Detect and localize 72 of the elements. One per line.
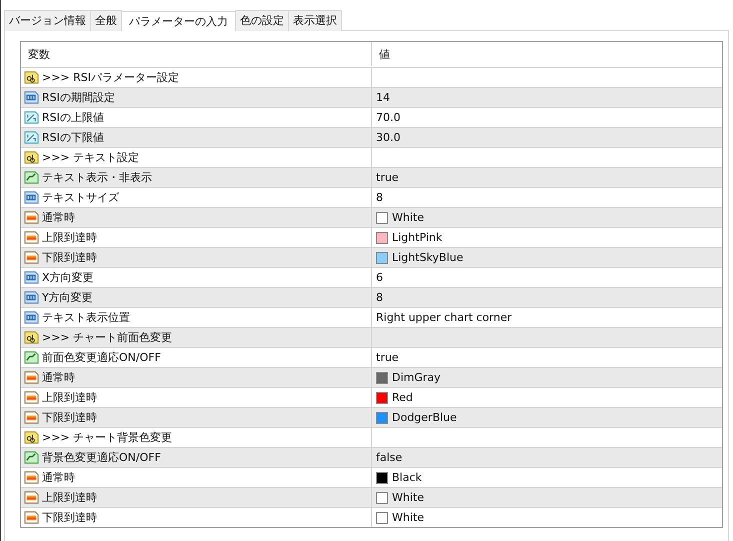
parameter-name: 下限到達時: [42, 250, 97, 265]
integer-type-icon: [24, 270, 39, 285]
parameter-name: 下限到達時: [42, 510, 97, 525]
parameter-value[interactable]: White: [392, 211, 424, 224]
tab[interactable]: 色の設定: [235, 10, 289, 31]
parameter-name: X方向変更: [42, 270, 94, 285]
tab[interactable]: パラメーターの入力: [121, 11, 236, 31]
color-type-icon: [24, 250, 39, 265]
integer-type-icon: [24, 190, 39, 205]
switch-type-icon: [24, 450, 39, 465]
parameter-value[interactable]: 14: [376, 91, 390, 104]
color-type-icon: [24, 370, 39, 385]
parameter-name: 通常時: [42, 370, 75, 385]
parameter-name: Y方向変更: [42, 290, 93, 305]
text-type-icon: [24, 70, 39, 85]
parameter-name: テキスト表示・非表示: [42, 170, 152, 185]
parameter-name: >>> チャート背景色変更: [42, 430, 172, 445]
parameter-name: >>> テキスト設定: [42, 150, 140, 165]
fraction-type-icon: [24, 130, 39, 145]
parameter-name: テキストサイズ: [42, 190, 119, 205]
fraction-type-icon: [24, 110, 39, 125]
color-type-icon: [24, 470, 39, 485]
parameter-value[interactable]: White: [392, 511, 424, 524]
color-type-icon: [24, 390, 39, 405]
parameter-name: 背景色変更適応ON/OFF: [42, 450, 161, 465]
color-type-icon: [24, 410, 39, 425]
parameter-name: RSIの上限値: [42, 110, 104, 125]
parameter-name: 通常時: [42, 470, 75, 485]
color-type-icon: [24, 490, 39, 505]
color-type-icon: [24, 210, 39, 225]
switch-type-icon: [24, 170, 39, 185]
parameter-value[interactable]: 70.0: [376, 111, 400, 124]
integer-type-icon: [24, 310, 39, 325]
parameter-value[interactable]: LightSkyBlue: [392, 251, 464, 264]
integer-type-icon: [24, 290, 39, 305]
parameter-name: 上限到達時: [42, 490, 97, 505]
switch-type-icon: [24, 350, 39, 365]
text-type-icon: [24, 150, 39, 165]
parameter-value[interactable]: false: [376, 451, 402, 464]
parameter-value[interactable]: Red: [392, 391, 413, 404]
parameter-value[interactable]: DimGray: [392, 371, 441, 384]
column-header[interactable]: 変数: [28, 47, 50, 62]
parameter-name: 下限到達時: [42, 410, 97, 425]
parameter-name: テキスト表示位置: [42, 310, 130, 325]
text-type-icon: [24, 430, 39, 445]
parameter-value[interactable]: true: [376, 171, 399, 184]
column-header[interactable]: 値: [379, 47, 390, 62]
parameter-name: RSIの下限値: [42, 130, 104, 145]
text-type-icon: [24, 330, 39, 345]
integer-type-icon: [24, 90, 39, 105]
color-type-icon: [24, 510, 39, 525]
parameter-value[interactable]: DodgerBlue: [392, 411, 457, 424]
parameter-name: 上限到達時: [42, 390, 97, 405]
tab[interactable]: バージョン情報: [4, 10, 91, 31]
parameter-name: >>> チャート前面色変更: [42, 330, 172, 345]
tab[interactable]: 表示選択: [288, 10, 342, 31]
tab[interactable]: 全般: [90, 10, 122, 31]
parameter-value[interactable]: 30.0: [376, 131, 400, 144]
parameter-value[interactable]: Right upper chart corner: [376, 311, 512, 324]
parameter-value[interactable]: 6: [376, 271, 383, 284]
parameter-value[interactable]: 8: [376, 291, 383, 304]
parameter-value[interactable]: White: [392, 491, 424, 504]
parameter-value[interactable]: 8: [376, 191, 383, 204]
parameter-name: RSIの期間設定: [42, 90, 115, 105]
parameter-name: 前面色変更適応ON/OFF: [42, 350, 161, 365]
parameter-value[interactable]: LightPink: [392, 231, 442, 244]
parameter-name: >>> RSIパラメーター設定: [42, 70, 180, 85]
parameter-value[interactable]: Black: [392, 471, 422, 484]
parameter-name: 通常時: [42, 210, 75, 225]
color-type-icon: [24, 230, 39, 245]
parameter-value[interactable]: true: [376, 351, 399, 364]
parameter-name: 上限到達時: [42, 230, 97, 245]
